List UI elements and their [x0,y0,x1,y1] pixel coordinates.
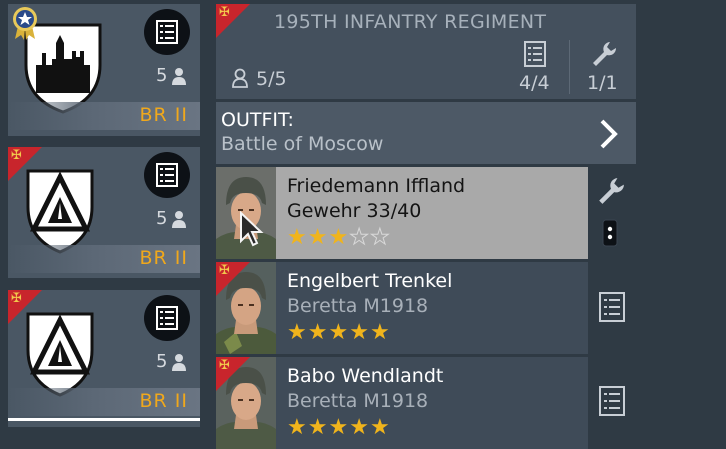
list-icon[interactable] [599,292,625,326]
star-icon: ★ [328,415,349,440]
list-icon[interactable] [599,386,625,420]
star-icon: ★ [369,415,390,440]
star-icon: ★ [307,225,328,250]
iron-cross-icon: ✠ [219,358,230,373]
soldier-name: Babo Wendlandt [287,365,444,387]
soldier-name: Engelbert Trenkel [287,270,453,292]
star-empty-icon: ★ [349,225,370,250]
squad-soldier-count: 5 [156,208,168,229]
regiment-panel: ✠ 195TH INFANTRY REGIMENT 5/5 4/4 1/1 [216,4,636,99]
person-icon [172,210,186,232]
soldier-row-3[interactable]: ✠ Babo Wendlandt Beretta M1918 ★ ★ ★ ★ ★ [216,357,588,449]
person-icon [172,353,186,375]
outfit-selector[interactable]: OUTFIT: Battle of Moscow [216,102,636,164]
rank-icon[interactable] [602,219,618,251]
soldier-slots: 5/5 [256,68,287,90]
wrench-icon[interactable] [596,176,626,210]
soldier-weapon: Gewehr 33/40 [287,200,422,222]
battle-rating: BR II [139,247,188,269]
cursor-icon [240,211,264,247]
iron-cross-icon: ✠ [219,5,230,20]
rank-stars: ★ ★ ★ ★ ★ [287,417,390,439]
soldier-weapon: Beretta M1918 [287,390,429,412]
outfit-value: Battle of Moscow [221,133,384,155]
regiment-title: 195TH INFANTRY REGIMENT [274,11,547,33]
star-icon: ★ [349,320,369,345]
star-empty-icon: ★ [369,225,390,250]
soldier-row-2[interactable]: ✠ Engelbert Trenkel Beretta M1918 ★ ★ ★ … [216,262,588,354]
star-icon: ★ [287,415,307,440]
list-icon[interactable] [144,9,190,55]
infantry-shield-icon [24,310,96,398]
list-icon[interactable] [144,152,190,198]
squad-br-band: BR II [8,245,200,273]
star-icon: ★ [287,225,307,250]
star-icon: ★ [369,320,390,345]
squad-br-band: BR II [8,388,200,416]
list-icon[interactable] [144,295,190,341]
star-icon: ★ [349,415,369,440]
iron-cross-icon: ✠ [11,291,22,306]
star-icon: ★ [307,320,328,345]
tool-slots: 1/1 [587,72,618,94]
divider [569,40,570,94]
soldier-name: Friedemann Iffland [287,175,466,197]
person-outline-icon [232,68,248,92]
wrench-icon[interactable] [590,40,618,72]
outfit-label: OUTFIT: [221,109,294,131]
squad-soldier-count: 5 [156,351,168,372]
battle-rating: BR II [139,104,188,126]
person-icon [172,67,186,89]
star-icon: ★ [328,225,349,250]
chevron-right-icon[interactable] [598,118,620,154]
rank-stars: ★ ★ ★ ★ ★ [287,225,390,250]
equipment-slots: 4/4 [519,72,550,94]
rank-stars: ★ ★ ★ ★ ★ [287,322,390,344]
battle-rating: BR II [139,390,188,412]
star-icon: ★ [328,320,349,345]
infantry-shield-icon [24,167,96,255]
squad-soldier-count: 5 [156,65,168,86]
iron-cross-icon: ✠ [219,263,230,278]
soldier-weapon: Beretta M1918 [287,295,429,317]
selection-underline [8,418,200,421]
soldier-row-1[interactable]: Friedemann Iffland Gewehr 33/40 ★ ★ ★ ★ … [216,167,588,259]
iron-cross-icon: ✠ [11,148,22,163]
squad-br-band: BR II [8,102,200,130]
star-icon: ★ [307,415,328,440]
star-icon: ★ [287,320,307,345]
equipment-list-icon[interactable] [524,41,546,71]
badge-icon [11,6,39,44]
